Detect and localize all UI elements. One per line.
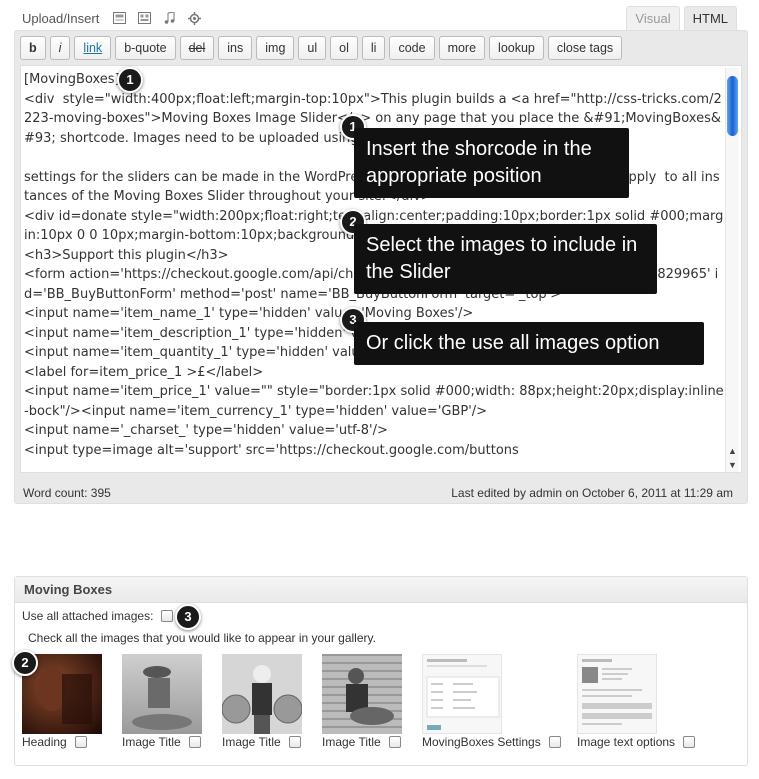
last-edited: Last edited by admin on October 6, 2011 … (451, 486, 733, 500)
audio-icon[interactable] (163, 12, 176, 24)
lookup-button[interactable]: lookup (489, 36, 544, 60)
thumbnail-label-row: Image Title (222, 735, 301, 749)
callout-select-images: Select the images to include in the Slid… (354, 224, 657, 294)
ul-button[interactable]: ul (298, 36, 327, 60)
link-button[interactable]: link (74, 36, 112, 60)
thumbnail-checkbox[interactable] (388, 736, 401, 748)
li-button[interactable]: li (361, 36, 386, 60)
tab-visual[interactable]: Visual (626, 6, 680, 30)
upload-insert-bar: Upload/Insert (22, 8, 213, 28)
moving-boxes-panel: Moving Boxes Use all attached images: Ch… (14, 576, 748, 766)
scroll-up-arrow-icon[interactable]: ▲ (728, 446, 737, 456)
image-icon[interactable] (113, 12, 127, 24)
bold-button[interactable]: b (20, 36, 46, 60)
video-icon[interactable] (138, 12, 152, 24)
editor-status-bar: Word count: 395 Last edited by admin on … (23, 486, 733, 500)
del-button[interactable]: del (179, 36, 215, 60)
close-tags-button[interactable]: close tags (547, 36, 623, 60)
step-badge-2: 2 (12, 650, 38, 676)
thumbnail-checkbox[interactable] (74, 736, 87, 748)
thumbnail-label: Image text options (577, 735, 676, 749)
gallery-item: Image Title (222, 654, 302, 749)
thumbnail-label: Image Title (322, 735, 381, 749)
quicktags-toolbar: b i link b-quote del ins img ul ol li co… (20, 36, 623, 60)
thumbnail-checkbox[interactable] (188, 736, 201, 748)
ins-button[interactable]: ins (218, 36, 253, 60)
thumbnail-label-row: Image text options (577, 735, 696, 749)
callout-insert-shortcode: Insert the shorcode in the appropriate p… (354, 128, 629, 198)
tab-html[interactable]: HTML (683, 6, 737, 30)
gallery-help-text: Check all the images that you would like… (28, 631, 376, 645)
use-all-row: Use all attached images: (22, 609, 174, 623)
gallery-item: Image text options (577, 654, 696, 749)
step-badge-1: 1 (117, 67, 143, 93)
gallery-item: Image Title (122, 654, 202, 749)
blockquote-button[interactable]: b-quote (115, 36, 176, 60)
thumbnail-label-row: MovingBoxes Settings (422, 735, 561, 749)
gallery-item: MovingBoxes Settings (422, 654, 561, 749)
more-button[interactable]: more (438, 36, 486, 60)
thumbnail-checkbox[interactable] (548, 736, 561, 748)
use-all-label: Use all attached images: (22, 609, 154, 623)
thumbnail-movingboxes-settings (422, 654, 502, 734)
thumbnail-image-title-2 (222, 654, 302, 734)
code-button[interactable]: code (389, 36, 435, 60)
thumbnail-label: Image Title (122, 735, 181, 749)
thumbnail-label: MovingBoxes Settings (422, 735, 541, 749)
panel-title: Moving Boxes (15, 577, 747, 603)
thumbnail-image-title-1 (122, 654, 202, 734)
scroll-thumb[interactable] (727, 76, 738, 136)
thumbnail-label: Image Title (222, 735, 281, 749)
thumbnail-image-text-options (577, 654, 657, 734)
thumbnail-label-row: Heading (22, 735, 87, 749)
editor-scrollbar[interactable]: ▲ ▼ (725, 68, 739, 472)
word-count: Word count: 395 (23, 486, 111, 500)
img-button[interactable]: img (256, 36, 295, 60)
callout-use-all-images: Or click the use all images option (354, 322, 704, 365)
ol-button[interactable]: ol (330, 36, 358, 60)
step-badge-3: 3 (175, 604, 201, 630)
thumbnail-label-row: Image Title (122, 735, 201, 749)
scroll-down-arrow-icon[interactable]: ▼ (728, 460, 737, 470)
italic-button[interactable]: i (49, 36, 71, 60)
gallery-item: Image Title (322, 654, 402, 749)
use-all-checkbox[interactable] (161, 610, 174, 622)
thumbnail-checkbox[interactable] (288, 736, 301, 748)
upload-insert-label: Upload/Insert (22, 10, 100, 26)
thumbnail-image-title-3 (322, 654, 402, 734)
media-gear-icon[interactable] (188, 12, 202, 25)
thumbnail-checkbox[interactable] (683, 736, 696, 748)
thumbnail-label-row: Image Title (322, 735, 401, 749)
thumbnail-label: Heading (22, 735, 67, 749)
editor-tabs: Visual HTML (626, 6, 737, 30)
